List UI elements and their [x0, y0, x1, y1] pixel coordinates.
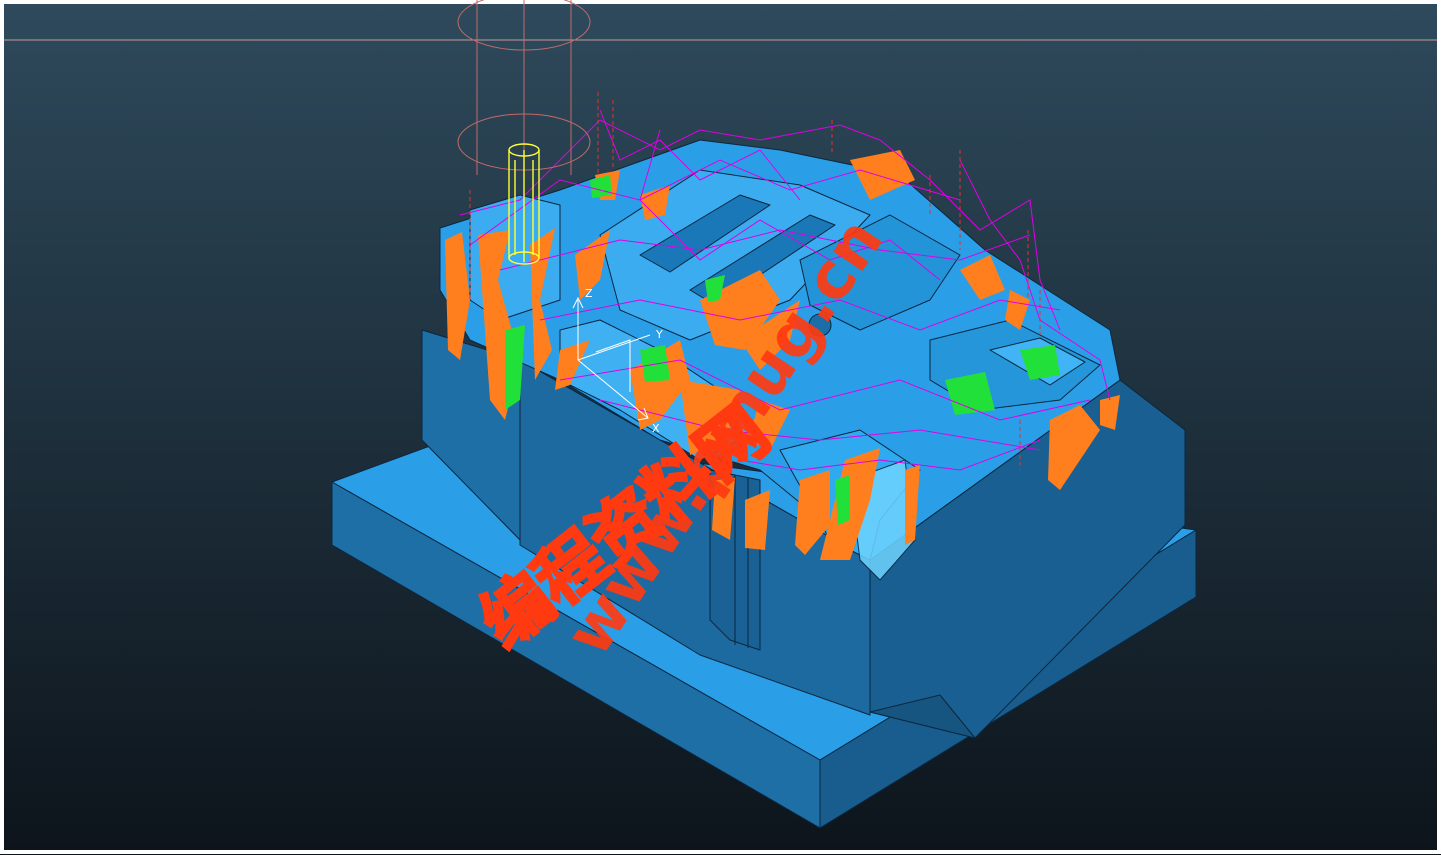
viewport-canvas[interactable]: Z Y X www.pmug.cn 编程资料网 [0, 0, 1441, 855]
y-axis-label: Y [655, 328, 663, 341]
z-axis-label: Z [585, 287, 593, 300]
cam-graphics-viewport[interactable]: Z Y X www.pmug.cn 编程资料网 [0, 0, 1441, 855]
x-axis-label: X [652, 422, 660, 435]
finish-patch [640, 345, 670, 382]
